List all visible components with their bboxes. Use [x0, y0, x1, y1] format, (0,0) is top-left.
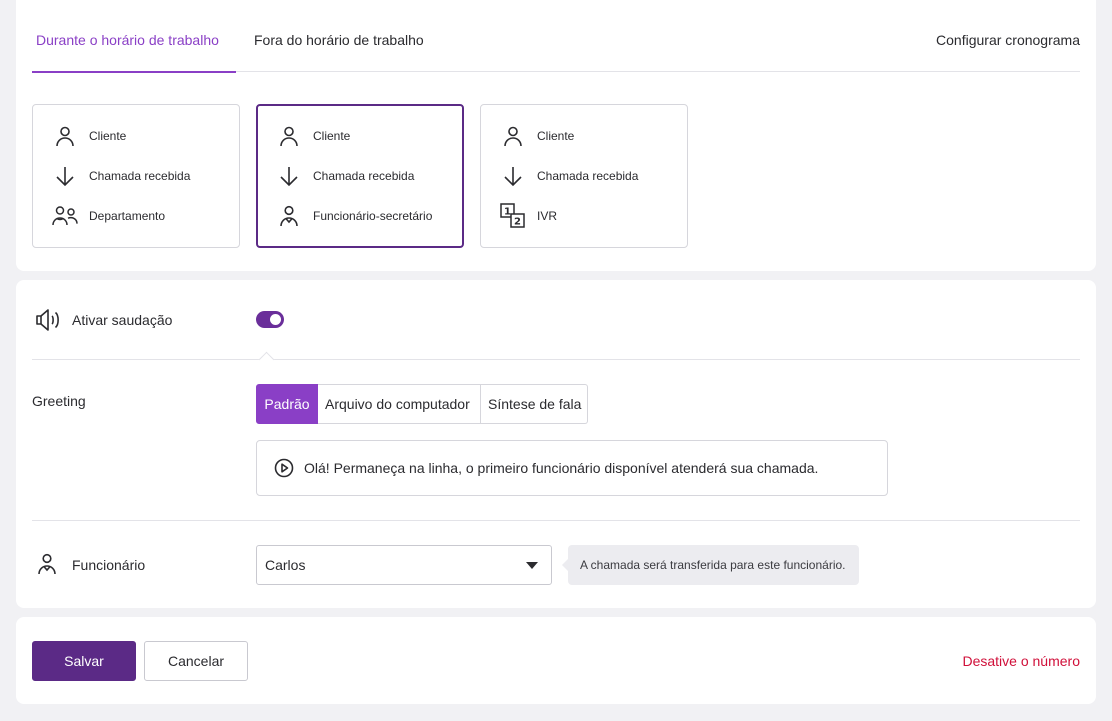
cancel-button[interactable]: Cancelar: [144, 641, 248, 681]
source-file-button[interactable]: Arquivo do computador: [318, 384, 481, 424]
employee-icon: [35, 552, 59, 576]
schedule-tabs: Durante o horário de trabalho Fora do ho…: [32, 0, 1080, 73]
flow-step-label: Cliente: [537, 129, 575, 143]
flow-step: Chamada recebida: [51, 162, 190, 190]
flow-step: Departamento: [51, 202, 165, 230]
routing-card: Durante o horário de trabalho Fora do ho…: [16, 0, 1096, 271]
actions-card: Salvar Cancelar Desative o número: [16, 617, 1096, 704]
flow-step-label: Cliente: [313, 129, 351, 143]
flow-step-label: IVR: [537, 209, 558, 223]
employee-hint: A chamada será transferida para este fun…: [562, 545, 859, 585]
flow-step-label: Chamada recebida: [537, 169, 639, 183]
flow-step: 1 2 IVR: [499, 202, 557, 230]
greeting-preview: Olá! Permaneça na linha, o primeiro func…: [256, 440, 888, 496]
flow-option-department[interactable]: Cliente Chamada recebida Departamento: [32, 104, 240, 248]
svg-text:2: 2: [514, 217, 521, 228]
greeting-source-selector: Padrão Arquivo do computador Síntese de …: [256, 384, 588, 424]
employee-selected-value: Carlos: [265, 557, 306, 573]
flow-option-secretary[interactable]: Cliente Chamada recebida Funcionário-sec…: [256, 104, 464, 248]
svg-text:1: 1: [504, 207, 511, 218]
flow-step: Chamada recebida: [275, 162, 414, 190]
flow-step: Cliente: [51, 122, 126, 150]
arrow-down-icon: [499, 162, 527, 190]
employee-icon: [275, 202, 303, 230]
group-icon: [51, 202, 79, 230]
divider: [32, 359, 1080, 360]
greeting-text: Olá! Permaneça na linha, o primeiro func…: [304, 460, 819, 476]
enable-greeting-label: Ativar saudação: [72, 312, 173, 328]
toggle-knob: [270, 314, 281, 325]
flow-step-label: Departamento: [89, 209, 166, 223]
flow-step-label: Funcionário-secretário: [313, 209, 433, 223]
flow-step-label: Chamada recebida: [313, 169, 415, 183]
speaker-icon: [34, 307, 62, 333]
divider: [32, 520, 1080, 521]
arrow-down-icon: [51, 162, 79, 190]
enable-greeting-toggle[interactable]: [256, 311, 284, 328]
chevron-down-icon: [526, 562, 538, 569]
greeting-card: Ativar saudação Greeting Padrão Arquivo …: [16, 280, 1096, 608]
source-tts-button[interactable]: Síntese de fala: [481, 384, 588, 424]
ivr-icon: 1 2: [499, 202, 527, 230]
employee-label: Funcionário: [72, 557, 146, 573]
play-icon[interactable]: [274, 458, 294, 478]
save-button[interactable]: Salvar: [32, 641, 136, 681]
deactivate-number-link[interactable]: Desative o número: [962, 653, 1080, 669]
person-icon: [275, 122, 303, 150]
source-default-button[interactable]: Padrão: [256, 384, 318, 424]
tab-outside-work-hours[interactable]: Fora do horário de trabalho: [254, 0, 424, 72]
configure-schedule-link[interactable]: Configurar cronograma: [936, 0, 1080, 72]
greeting-label: Greeting: [32, 393, 86, 409]
arrow-down-icon: [275, 162, 303, 190]
flow-step: Funcionário-secretário: [275, 202, 432, 230]
person-icon: [499, 122, 527, 150]
flow-step: Cliente: [499, 122, 574, 150]
flow-step: Chamada recebida: [499, 162, 638, 190]
flow-step-label: Cliente: [89, 129, 127, 143]
flow-step-label: Chamada recebida: [89, 169, 191, 183]
divider-notch: [258, 351, 275, 368]
tab-during-work-hours[interactable]: Durante o horário de trabalho: [32, 0, 236, 73]
person-icon: [51, 122, 79, 150]
employee-select[interactable]: Carlos: [256, 545, 552, 585]
flow-step: Cliente: [275, 122, 350, 150]
flow-option-ivr[interactable]: Cliente Chamada recebida 1 2 IVR: [480, 104, 688, 248]
